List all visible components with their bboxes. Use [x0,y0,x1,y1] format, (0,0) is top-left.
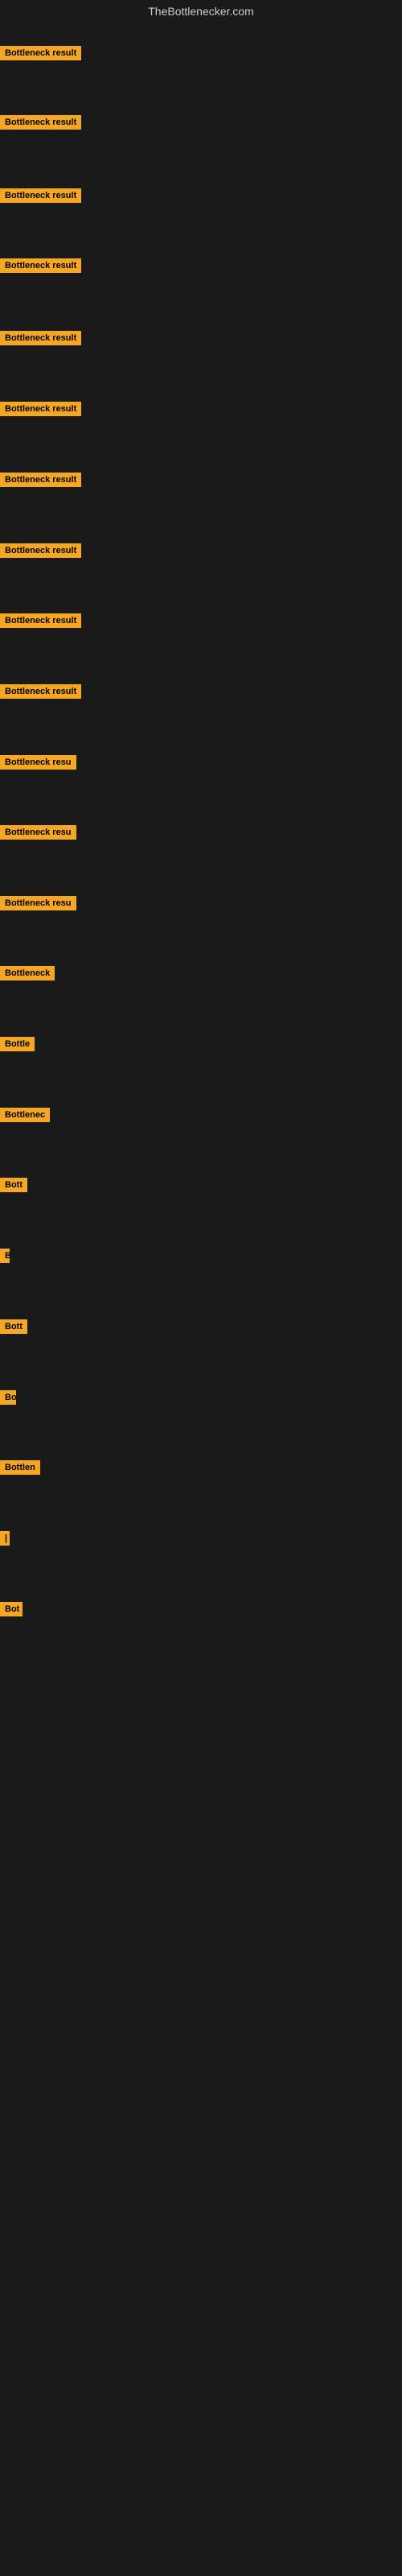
bottleneck-badge-container-19: Bott [0,1319,27,1338]
bottleneck-badge-15[interactable]: Bottle [0,1037,35,1051]
bottleneck-badge-4[interactable]: Bottleneck result [0,258,81,273]
bottleneck-badge-container-15: Bottle [0,1037,35,1055]
bottleneck-badge-13[interactable]: Bottleneck resu [0,896,76,910]
bottleneck-badge-container-23: Bot [0,1602,23,1620]
bottleneck-badge-container-14: Bottleneck [0,966,55,985]
bottleneck-badge-5[interactable]: Bottleneck result [0,331,81,345]
bottleneck-badge-container-22: | [0,1531,10,1550]
bottleneck-badge-12[interactable]: Bottleneck resu [0,825,76,840]
bottleneck-badge-10[interactable]: Bottleneck result [0,684,81,699]
bottleneck-badge-9[interactable]: Bottleneck result [0,613,81,628]
bottleneck-badge-23[interactable]: Bot [0,1602,23,1616]
bottleneck-badge-14[interactable]: Bottleneck [0,966,55,980]
bottleneck-badge-container-1: Bottleneck result [0,46,81,64]
bottleneck-badge-17[interactable]: Bott [0,1178,27,1192]
site-title-text: TheBottlenecker.com [148,5,254,18]
bottleneck-badge-20[interactable]: Bo [0,1390,16,1405]
bottleneck-badge-3[interactable]: Bottleneck result [0,188,81,203]
bottleneck-badge-container-11: Bottleneck resu [0,755,76,774]
bottleneck-badge-container-2: Bottleneck result [0,115,81,134]
bottleneck-badge-container-7: Bottleneck result [0,473,81,491]
bottleneck-badge-1[interactable]: Bottleneck result [0,46,81,60]
bottleneck-badge-16[interactable]: Bottlenec [0,1108,50,1122]
bottleneck-badge-7[interactable]: Bottleneck result [0,473,81,487]
bottleneck-badge-container-20: Bo [0,1390,16,1409]
bottleneck-badge-18[interactable]: B [0,1249,10,1263]
bottleneck-badge-container-10: Bottleneck result [0,684,81,703]
bottleneck-badge-container-6: Bottleneck result [0,402,81,420]
bottleneck-badge-22[interactable]: | [0,1531,10,1546]
bottleneck-badge-container-4: Bottleneck result [0,258,81,277]
bottleneck-badge-container-17: Bott [0,1178,27,1196]
bottleneck-badge-6[interactable]: Bottleneck result [0,402,81,416]
bottleneck-badge-container-13: Bottleneck resu [0,896,76,914]
bottleneck-badge-container-12: Bottleneck resu [0,825,76,844]
bottleneck-badge-container-9: Bottleneck result [0,613,81,632]
bottleneck-badge-8[interactable]: Bottleneck result [0,543,81,558]
bottleneck-badge-11[interactable]: Bottleneck resu [0,755,76,770]
bottleneck-badge-container-5: Bottleneck result [0,331,81,349]
bottleneck-badge-19[interactable]: Bott [0,1319,27,1334]
bottleneck-badge-21[interactable]: Bottlen [0,1460,40,1475]
bottleneck-badge-container-18: B [0,1249,10,1267]
bottleneck-badge-container-3: Bottleneck result [0,188,81,207]
bottleneck-badge-container-16: Bottlenec [0,1108,50,1126]
site-title: TheBottlenecker.com [0,0,402,23]
bottleneck-badge-2[interactable]: Bottleneck result [0,115,81,130]
bottleneck-badge-container-21: Bottlen [0,1460,40,1479]
bottleneck-badge-container-8: Bottleneck result [0,543,81,562]
